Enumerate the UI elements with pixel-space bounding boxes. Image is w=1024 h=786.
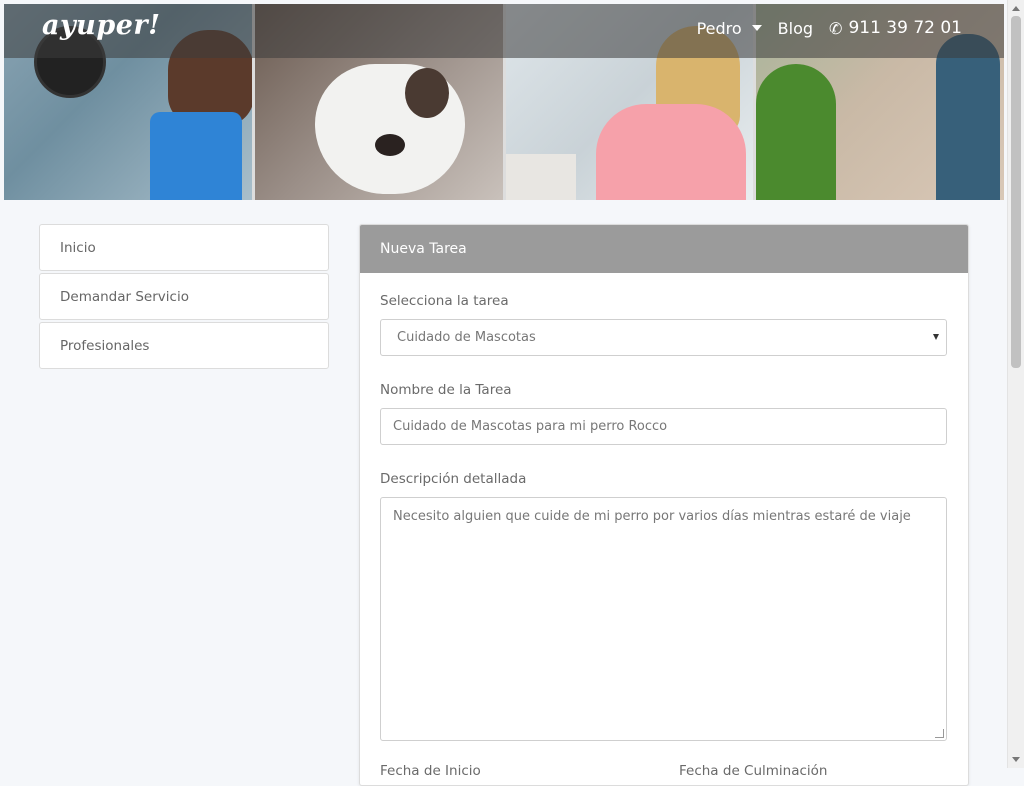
- date-row: Fecha de Inicio Fecha de Culminación: [380, 763, 948, 785]
- description-textarea[interactable]: Necesito alguien que cuide de mi perro p…: [380, 497, 947, 741]
- caret-down-icon: [933, 334, 939, 340]
- nav-links: Pedro Blog ✆ 911 39 72 01: [697, 18, 962, 38]
- scroll-down-icon[interactable]: [1012, 757, 1020, 762]
- sidebar-item-demandar-servicio[interactable]: Demandar Servicio: [39, 273, 329, 320]
- task-select-value: Cuidado de Mascotas: [397, 330, 536, 345]
- description-value: Necesito alguien que cuide de mi perro p…: [393, 509, 911, 524]
- brand-logo[interactable]: ayuper!: [42, 10, 160, 41]
- task-name-input[interactable]: Cuidado de Mascotas para mi perro Rocco: [380, 408, 947, 445]
- caret-down-icon: [751, 25, 762, 31]
- resize-grip-icon[interactable]: [935, 729, 944, 738]
- sidebar-item-inicio[interactable]: Inicio: [39, 224, 329, 271]
- task-name-value: Cuidado de Mascotas para mi perro Rocco: [393, 419, 668, 434]
- sidebar-item-profesionales[interactable]: Profesionales: [39, 322, 329, 369]
- task-name-label: Nombre de la Tarea: [380, 382, 512, 398]
- phone-icon: ✆: [829, 18, 843, 38]
- user-menu-toggle[interactable]: Pedro: [697, 19, 762, 38]
- scrollbar-thumb[interactable]: [1011, 16, 1021, 368]
- user-name: Pedro: [696, 18, 742, 38]
- scroll-up-icon[interactable]: [1012, 6, 1020, 11]
- top-navbar: ayuper! Pedro Blog ✆ 911 39 72 01: [4, 4, 1004, 58]
- page-scrollbar[interactable]: [1007, 0, 1024, 768]
- task-select[interactable]: Cuidado de Mascotas: [380, 319, 947, 356]
- start-date-label: Fecha de Inicio: [380, 763, 481, 779]
- blog-link[interactable]: Blog: [778, 19, 813, 38]
- panel-body: Selecciona la tarea Cuidado de Mascotas …: [360, 273, 968, 785]
- task-select-label: Selecciona la tarea: [380, 293, 509, 309]
- phone-link[interactable]: ✆ 911 39 72 01: [829, 18, 962, 38]
- sidebar-nav: Inicio Demandar Servicio Profesionales: [39, 224, 329, 371]
- phone-number: 911 39 72 01: [848, 18, 962, 38]
- new-task-panel: Nueva Tarea Selecciona la tarea Cuidado …: [359, 224, 969, 786]
- end-date-label: Fecha de Culminación: [679, 763, 828, 779]
- description-label: Descripción detallada: [380, 471, 527, 487]
- panel-title: Nueva Tarea: [360, 225, 968, 273]
